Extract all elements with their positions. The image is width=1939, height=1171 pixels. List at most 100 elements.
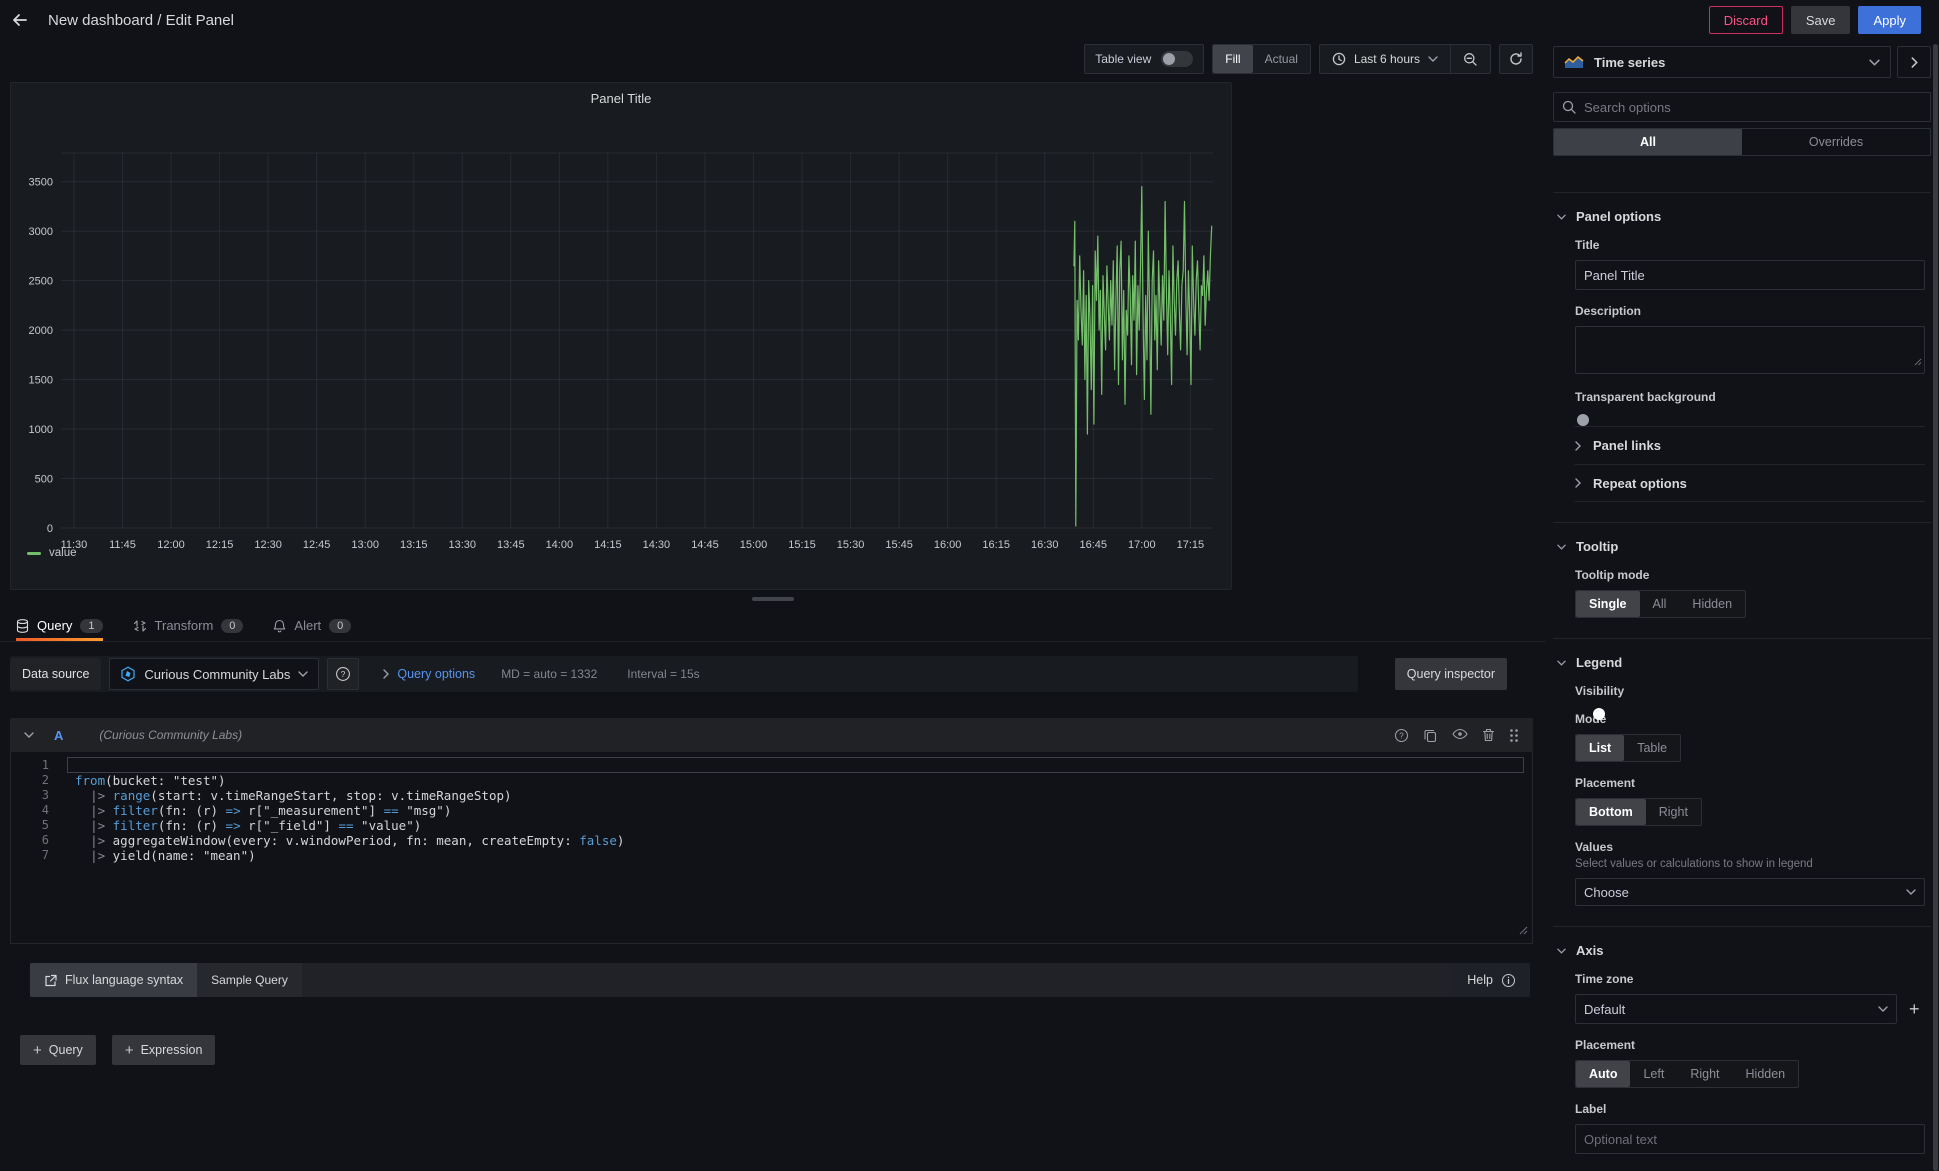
add-expression-button[interactable]: + Expression: [112, 1035, 216, 1065]
add-timezone-button[interactable]: +: [1909, 999, 1920, 1020]
axis-placement-auto[interactable]: Auto: [1576, 1061, 1630, 1087]
svg-text:16:30: 16:30: [1031, 539, 1059, 551]
axis-label-input[interactable]: [1575, 1124, 1925, 1154]
panel-links-row[interactable]: Panel links: [1575, 426, 1925, 464]
axis-placement-hidden[interactable]: Hidden: [1733, 1061, 1799, 1087]
section-axis: Axis Time zone Default + Placement Auto …: [1553, 926, 1931, 1171]
time-series-chart[interactable]: 050010001500200025003000350011:3011:4512…: [19, 109, 1225, 561]
legend-item[interactable]: value: [27, 547, 77, 559]
visualization-picker[interactable]: Time series: [1553, 46, 1891, 78]
axis-placement-left[interactable]: Left: [1630, 1061, 1677, 1087]
toggle-visibility-icon[interactable]: [1452, 728, 1468, 743]
chevron-down-icon: [298, 671, 308, 677]
save-button[interactable]: Save: [1791, 6, 1851, 34]
legend-placement-bottom[interactable]: Bottom: [1576, 799, 1646, 825]
flux-syntax-label: Flux language syntax: [65, 973, 183, 987]
tab-alert[interactable]: Alert 0: [273, 610, 351, 641]
fill-option[interactable]: Fill: [1213, 45, 1252, 73]
query-help-icon[interactable]: ?: [1394, 728, 1409, 743]
section-tooltip-header[interactable]: Tooltip: [1553, 539, 1931, 554]
collapse-chevron-icon[interactable]: [24, 732, 34, 738]
svg-text:15:45: 15:45: [885, 539, 913, 551]
section-title: Axis: [1576, 943, 1603, 958]
tab-all[interactable]: All: [1554, 129, 1742, 155]
sidebar-scrollbar[interactable]: [1933, 44, 1938, 1171]
datasource-picker[interactable]: Curious Community Labs: [109, 658, 319, 690]
flux-code-editor[interactable]: 1234567 from(bucket: "test") |> range(st…: [10, 752, 1533, 944]
time-picker-group: Last 6 hours: [1319, 44, 1491, 74]
repeat-options-row[interactable]: Repeat options: [1575, 464, 1925, 502]
refresh-button[interactable]: [1499, 44, 1533, 74]
time-range-button[interactable]: Last 6 hours: [1320, 45, 1450, 73]
query-row-header[interactable]: A (Curious Community Labs) ?: [10, 718, 1533, 752]
query-inspector-button[interactable]: Query inspector: [1395, 658, 1507, 690]
transparent-bg-label: Transparent background: [1575, 390, 1931, 404]
svg-text:17:15: 17:15: [1177, 539, 1205, 551]
add-query-button[interactable]: + Query: [20, 1035, 96, 1065]
svg-text:1000: 1000: [29, 424, 53, 436]
help-button[interactable]: Help: [1453, 963, 1530, 997]
tooltip-mode-group: Single All Hidden: [1575, 590, 1746, 618]
datasource-help-button[interactable]: ?: [327, 658, 359, 690]
zoom-out-icon: [1463, 52, 1478, 67]
tooltip-mode-hidden[interactable]: Hidden: [1679, 591, 1745, 617]
editor-resize-handle[interactable]: [1519, 920, 1528, 939]
description-textarea[interactable]: [1575, 326, 1925, 374]
actual-option[interactable]: Actual: [1253, 45, 1310, 73]
tooltip-mode-single[interactable]: Single: [1576, 591, 1640, 617]
table-view-label: Table view: [1095, 52, 1151, 66]
textarea-resize-icon[interactable]: [1914, 353, 1922, 371]
tab-query[interactable]: Query 1: [16, 610, 103, 641]
chevron-down-icon: [1557, 214, 1566, 220]
help-label: Help: [1467, 973, 1493, 987]
legend-values-select[interactable]: Choose: [1575, 878, 1925, 906]
options-search-input[interactable]: [1584, 100, 1922, 115]
delete-query-icon[interactable]: [1482, 728, 1495, 743]
svg-text:15:00: 15:00: [740, 539, 768, 551]
influxdb-icon: [120, 666, 136, 682]
options-search[interactable]: [1553, 92, 1931, 122]
sample-query-button[interactable]: Sample Query: [197, 963, 302, 997]
flux-syntax-button[interactable]: Flux language syntax: [30, 963, 197, 997]
question-circle-icon: ?: [335, 666, 351, 682]
legend-mode-list[interactable]: List: [1576, 735, 1624, 761]
chevron-right-icon[interactable]: [383, 669, 389, 679]
legend-placement-right[interactable]: Right: [1646, 799, 1701, 825]
duplicate-query-icon[interactable]: [1423, 728, 1438, 743]
scrollbar-thumb[interactable]: [1933, 44, 1938, 1171]
drag-handle-icon[interactable]: [1509, 728, 1519, 743]
back-arrow-icon[interactable]: [0, 0, 40, 40]
panel-title-input[interactable]: [1575, 260, 1925, 290]
table-view-toggle[interactable]: [1161, 51, 1193, 67]
apply-button[interactable]: Apply: [1858, 6, 1921, 34]
tooltip-mode-all[interactable]: All: [1640, 591, 1680, 617]
svg-text:11:45: 11:45: [109, 539, 136, 551]
svg-text:3500: 3500: [29, 177, 53, 189]
repeat-options-label: Repeat options: [1593, 476, 1687, 491]
axis-placement-right[interactable]: Right: [1677, 1061, 1732, 1087]
svg-text:15:15: 15:15: [788, 539, 816, 551]
tab-transform[interactable]: Transform 0: [133, 610, 244, 641]
chevron-down-icon: [1557, 948, 1566, 954]
svg-text:3000: 3000: [29, 226, 53, 238]
editor-code[interactable]: from(bucket: "test") |> range(start: v.t…: [75, 758, 624, 863]
section-axis-header[interactable]: Axis: [1553, 943, 1931, 958]
tab-overrides[interactable]: Overrides: [1742, 129, 1930, 155]
discard-button[interactable]: Discard: [1709, 6, 1783, 34]
section-legend: Legend Visibility Mode List Table Placem…: [1553, 638, 1931, 926]
panel-resize-handle[interactable]: [752, 597, 794, 601]
timezone-select[interactable]: Default: [1575, 994, 1897, 1024]
section-panel-options-header[interactable]: Panel options: [1553, 209, 1931, 224]
collapse-pane-button[interactable]: [1897, 46, 1931, 78]
chevron-down-icon: [1557, 660, 1566, 666]
section-legend-header[interactable]: Legend: [1553, 655, 1931, 670]
query-options-link[interactable]: Query options: [397, 667, 475, 681]
refresh-icon: [1509, 52, 1523, 66]
zoom-out-button[interactable]: [1451, 45, 1490, 73]
legend-mode-table[interactable]: Table: [1624, 735, 1680, 761]
legend-values-label: Values: [1575, 840, 1931, 854]
interval-stat: Interval = 15s: [627, 667, 699, 681]
legend-values-value: Choose: [1584, 885, 1906, 900]
options-filter-tabs: All Overrides: [1553, 128, 1931, 156]
chevron-down-icon: [1557, 544, 1566, 550]
